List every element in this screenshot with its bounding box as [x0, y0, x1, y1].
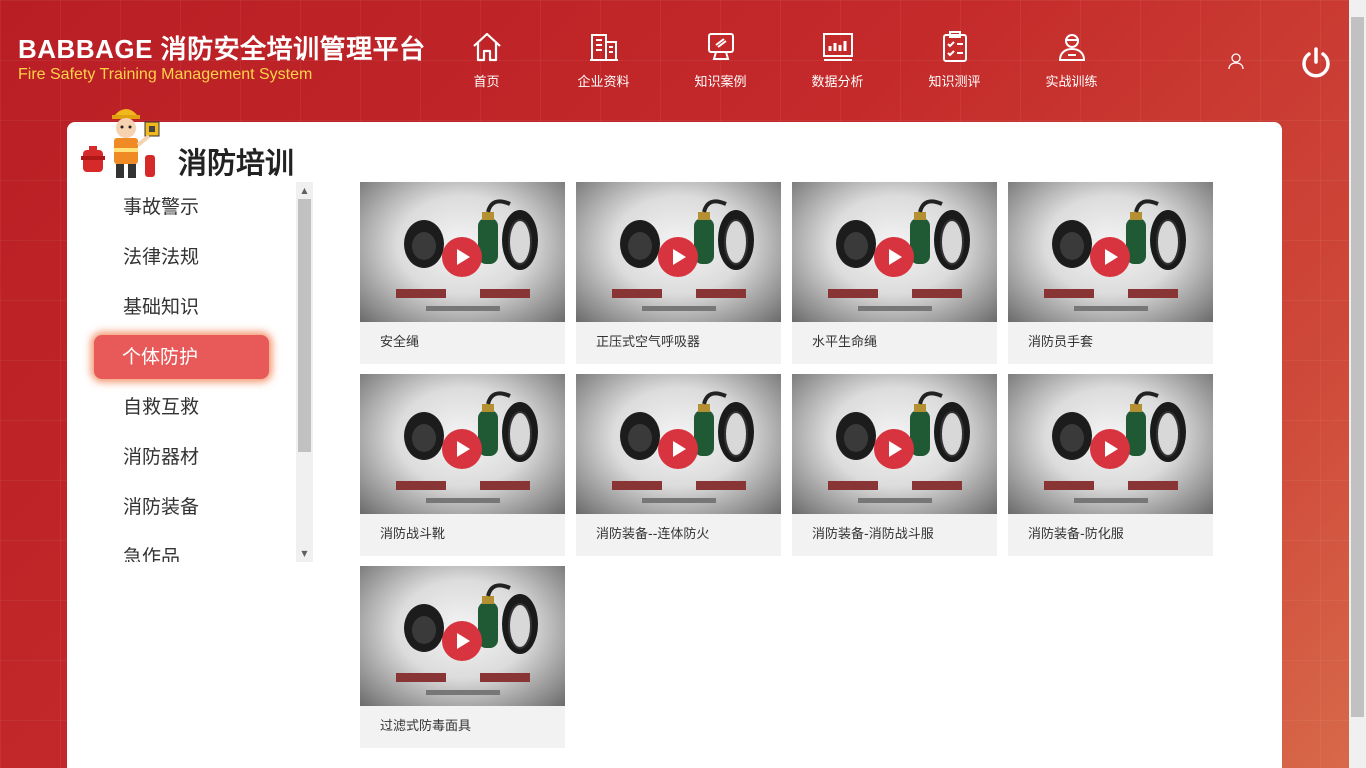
nav-knowledge-label: 知识案例	[694, 75, 747, 90]
video-thumbnail[interactable]	[360, 182, 565, 322]
play-button-icon[interactable]	[874, 429, 914, 469]
nav-training[interactable]: 实战训练	[1013, 30, 1130, 90]
play-button-icon[interactable]	[1090, 237, 1130, 277]
section-title: 消防培训	[178, 146, 295, 180]
video-title[interactable]: 消防装备-消防战斗服	[792, 514, 997, 556]
scroll-thumb[interactable]	[298, 199, 311, 452]
category-item[interactable]: 事故警示	[82, 182, 296, 232]
scroll-up-arrow-icon[interactable]: ▲	[296, 182, 313, 199]
category-item[interactable]: 自救互救	[82, 382, 296, 432]
video-thumbnail[interactable]	[360, 566, 565, 706]
video-thumbnail[interactable]	[576, 182, 781, 322]
category-item[interactable]: 法律法规	[82, 232, 296, 282]
nav-home[interactable]: 首页	[428, 30, 545, 90]
nav-analytics[interactable]: 数据分析	[779, 30, 896, 90]
nav-assessment[interactable]: 知识测评	[896, 30, 1013, 90]
nav-analytics-label: 数据分析	[811, 75, 864, 90]
chart-icon	[822, 33, 853, 61]
nav-company[interactable]: 企业资料	[545, 30, 662, 90]
nav-training-label: 实战训练	[1045, 75, 1098, 90]
user-icon[interactable]	[1227, 52, 1245, 70]
video-title[interactable]: 消防装备--连体防火	[576, 514, 781, 556]
nav-knowledge[interactable]: 知识案例	[662, 30, 779, 90]
video-title[interactable]: 过滤式防毒面具	[360, 706, 565, 748]
brand: BABBAGE 消防安全培训管理平台 Fire Safety Training …	[18, 34, 426, 85]
video-title[interactable]: 消防战斗靴	[360, 514, 565, 556]
video-thumbnail[interactable]	[576, 374, 781, 514]
nav-assessment-label: 知识测评	[928, 75, 981, 90]
video-card[interactable]: 安全绳	[360, 182, 565, 364]
video-card[interactable]: 消防战斗靴	[360, 374, 565, 556]
app-title: BABBAGE 消防安全培训管理平台	[18, 34, 426, 64]
play-button-icon[interactable]	[442, 429, 482, 469]
video-card[interactable]: 消防装备--连体防火	[576, 374, 781, 556]
video-title[interactable]: 水平生命绳	[792, 322, 997, 364]
video-title[interactable]: 消防装备-防化服	[1008, 514, 1213, 556]
building-icon	[589, 34, 618, 61]
home-icon	[472, 32, 501, 62]
play-button-icon[interactable]	[658, 429, 698, 469]
sidebar-scrollbar[interactable]: ▲ ▼	[296, 182, 313, 562]
app-subtitle: Fire Safety Training Management System	[18, 66, 313, 83]
video-title[interactable]: 消防员手套	[1008, 322, 1213, 364]
nav-company-label: 企业资料	[577, 75, 630, 90]
play-button-icon[interactable]	[658, 237, 698, 277]
video-title[interactable]: 正压式空气呼吸器	[576, 322, 781, 364]
play-button-icon[interactable]	[442, 621, 482, 661]
main-nav: 首页 企业资料 知识案例 数据分析 知识测评 实战训练	[428, 30, 1130, 90]
play-button-icon[interactable]	[442, 237, 482, 277]
video-card[interactable]: 消防装备-消防战斗服	[792, 374, 997, 556]
category-item[interactable]: 消防装备	[82, 482, 296, 532]
video-thumbnail[interactable]	[1008, 374, 1213, 514]
page-scroll-thumb[interactable]	[1351, 17, 1364, 717]
category-item[interactable]: 基础知识	[82, 282, 296, 332]
nav-home-label: 首页	[473, 75, 500, 90]
category-item-active[interactable]: 个体防护	[94, 335, 269, 379]
video-card[interactable]: 消防装备-防化服	[1008, 374, 1213, 556]
power-icon[interactable]	[1299, 45, 1333, 79]
video-card[interactable]: 过滤式防毒面具	[360, 566, 565, 748]
monitor-icon	[707, 33, 734, 60]
video-thumbnail[interactable]	[792, 374, 997, 514]
video-thumbnail[interactable]	[360, 374, 565, 514]
video-card[interactable]: 水平生命绳	[792, 182, 997, 364]
video-card[interactable]: 消防员手套	[1008, 182, 1213, 364]
video-grid: 安全绳 正压式空气呼吸器 水平生命绳 消防员手套 消防战斗靴 消防装备--连体防…	[360, 182, 1213, 748]
page-scrollbar[interactable]	[1349, 0, 1366, 768]
category-item[interactable]: 急作品	[82, 532, 296, 562]
video-thumbnail[interactable]	[1008, 182, 1213, 322]
trainer-icon	[1058, 34, 1085, 61]
video-title[interactable]: 安全绳	[360, 322, 565, 364]
video-card[interactable]: 正压式空气呼吸器	[576, 182, 781, 364]
play-button-icon[interactable]	[1090, 429, 1130, 469]
video-thumbnail[interactable]	[792, 182, 997, 322]
category-item[interactable]: 消防器材	[82, 432, 296, 482]
scroll-down-arrow-icon[interactable]: ▼	[296, 545, 313, 562]
category-list: 事故警示 法律法规 基础知识 个体防护 自救互救 消防器材 消防装备 急作品	[82, 182, 296, 562]
play-button-icon[interactable]	[874, 237, 914, 277]
category-sidebar: 事故警示 法律法规 基础知识 个体防护 自救互救 消防器材 消防装备 急作品 ▲…	[82, 182, 313, 562]
firefighter-mascot-icon	[81, 109, 160, 178]
checklist-icon	[942, 31, 967, 62]
